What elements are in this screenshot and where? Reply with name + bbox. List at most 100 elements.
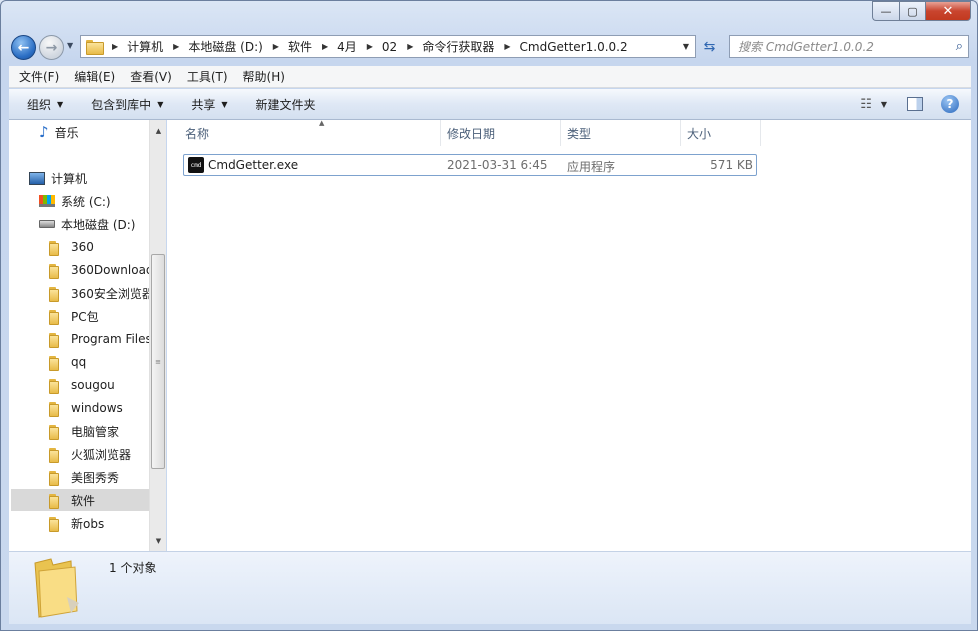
folder-icon xyxy=(49,424,65,440)
recent-pages-dropdown[interactable]: ▼ xyxy=(67,41,73,50)
breadcrumb-item[interactable]: ▶ 命令行获取器 xyxy=(397,38,494,55)
music-note-icon: ♪ xyxy=(39,123,49,141)
nav-folder[interactable]: 360安全浏览器 xyxy=(49,282,154,304)
folder-icon xyxy=(86,40,104,55)
breadcrumb-label[interactable]: 软件 xyxy=(288,38,312,55)
chevron-right-icon[interactable]: ▶ xyxy=(112,42,118,51)
scroll-up-icon[interactable]: ▲ xyxy=(150,122,167,139)
table-row[interactable]: cmd CmdGetter.exe 2021-03-31 6:45 应用程序 5… xyxy=(183,154,757,176)
close-button[interactable]: ✕ xyxy=(925,1,971,21)
preview-pane-icon[interactable] xyxy=(907,97,923,111)
nav-folder[interactable]: 360Download xyxy=(49,259,154,281)
new-folder-label: 新建文件夹 xyxy=(255,97,316,112)
search-input[interactable]: 搜索 CmdGetter1.0.0.2 ⌕ xyxy=(729,35,969,58)
chevron-down-icon: ▼ xyxy=(157,99,164,109)
column-type[interactable]: 类型 xyxy=(561,120,681,146)
nav-label: windows xyxy=(71,401,123,415)
menu-file[interactable]: 文件(F) xyxy=(19,68,59,85)
nav-item-drive-c[interactable]: 系统 (C:) xyxy=(39,190,111,212)
nav-label: sougou xyxy=(71,378,115,392)
nav-folder[interactable]: 360 xyxy=(49,236,94,258)
share-label: 共享 xyxy=(191,97,216,112)
address-bar[interactable]: ▶ 计算机 ▶ 本地磁盘 (D:) ▶ 软件 ▶ 4月 ▶ 02 ▶ 命令行获取… xyxy=(80,35,696,58)
nav-folder[interactable]: Program Files xyxy=(49,328,152,350)
breadcrumb-item[interactable]: ▶ 计算机 xyxy=(102,38,163,55)
breadcrumb-item[interactable]: ▶ 本地磁盘 (D:) xyxy=(163,38,263,55)
nav-label: 电脑管家 xyxy=(71,424,120,439)
breadcrumb-item[interactable]: ▶ 软件 xyxy=(263,38,312,55)
breadcrumb-label[interactable]: 本地磁盘 (D:) xyxy=(188,38,262,55)
refresh-button[interactable]: ⇆ xyxy=(698,35,721,58)
breadcrumb-label[interactable]: 命令行获取器 xyxy=(422,38,494,55)
include-library-button[interactable]: 包含到库中 ▼ xyxy=(91,96,163,113)
menu-edit[interactable]: 编辑(E) xyxy=(74,68,115,85)
nav-folder[interactable]: sougou xyxy=(49,374,115,396)
file-modified: 2021-03-31 6:45 xyxy=(447,158,548,172)
folder-icon xyxy=(49,286,65,302)
help-icon[interactable]: ? xyxy=(941,95,959,113)
chevron-down-icon: ▼ xyxy=(57,99,64,109)
folder-icon xyxy=(49,447,65,463)
change-view-button[interactable]: ☷ ▼ xyxy=(860,97,887,112)
breadcrumb-label[interactable]: 02 xyxy=(382,40,397,54)
breadcrumb-label[interactable]: CmdGetter1.0.0.2 xyxy=(520,40,628,54)
column-modified[interactable]: 修改日期 xyxy=(441,120,561,146)
chevron-right-icon[interactable]: ▶ xyxy=(367,42,373,51)
column-size[interactable]: 大小 xyxy=(681,120,761,146)
folder-icon xyxy=(49,516,65,532)
nav-folder[interactable]: PC包 xyxy=(49,305,99,327)
address-dropdown-icon[interactable]: ▼ xyxy=(683,42,689,51)
arrow-left-icon: ← xyxy=(17,39,30,56)
file-name[interactable]: CmdGetter.exe xyxy=(208,158,298,172)
folder-icon xyxy=(49,355,65,371)
menu-view[interactable]: 查看(V) xyxy=(130,68,172,85)
navigation-pane: ♪ 音乐 计算机 系统 (C:) 本地磁盘 (D:) 360 360Downlo… xyxy=(9,120,166,551)
search-icon[interactable]: ⌕ xyxy=(956,39,963,54)
chevron-right-icon[interactable]: ▶ xyxy=(504,42,510,51)
nav-item-computer[interactable]: 计算机 xyxy=(29,167,87,189)
nav-scrollbar[interactable]: ▲ ≡ ▼ xyxy=(149,120,166,551)
nav-label: 360 xyxy=(71,240,94,254)
nav-label: 软件 xyxy=(71,493,96,508)
organize-button[interactable]: 组织 ▼ xyxy=(27,96,63,113)
forward-button[interactable]: → xyxy=(39,35,64,60)
menu-tools[interactable]: 工具(T) xyxy=(187,68,228,85)
breadcrumb-item[interactable]: ▶ 02 xyxy=(357,40,397,54)
scroll-down-icon[interactable]: ▼ xyxy=(150,532,167,549)
chevron-right-icon[interactable]: ▶ xyxy=(273,42,279,51)
folder-icon xyxy=(49,401,65,417)
breadcrumb-item[interactable]: ▶ CmdGetter1.0.0.2 xyxy=(494,40,627,54)
chevron-right-icon[interactable]: ▶ xyxy=(322,42,328,51)
maximize-button[interactable]: ▢ xyxy=(899,1,925,21)
column-label: 名称 xyxy=(185,126,210,141)
details-view-icon: ☷ xyxy=(860,96,872,112)
back-button[interactable]: ← xyxy=(11,35,36,60)
share-button[interactable]: 共享 ▼ xyxy=(191,96,227,113)
scroll-thumb[interactable]: ≡ xyxy=(151,254,165,469)
breadcrumb-label[interactable]: 计算机 xyxy=(127,38,163,55)
nav-item-music[interactable]: ♪ 音乐 xyxy=(39,121,79,143)
nav-folder[interactable]: 美图秀秀 xyxy=(49,466,119,488)
nav-folder[interactable]: 电脑管家 xyxy=(49,420,119,442)
chevron-right-icon[interactable]: ▶ xyxy=(173,42,179,51)
column-label: 修改日期 xyxy=(447,126,496,141)
column-name[interactable]: 名称 ▲ xyxy=(179,119,441,146)
nav-folder-selected[interactable]: 软件 xyxy=(11,489,157,511)
nav-item-drive-d[interactable]: 本地磁盘 (D:) xyxy=(39,213,135,235)
nav-folder[interactable]: qq xyxy=(49,351,86,373)
nav-folder[interactable]: 火狐浏览器 xyxy=(49,443,131,465)
folder-icon xyxy=(49,332,65,348)
nav-folder[interactable]: 新obs xyxy=(49,512,104,534)
command-bar: 组织 ▼ 包含到库中 ▼ 共享 ▼ 新建文件夹 ☷ ▼ ? xyxy=(9,89,971,120)
nav-label: 系统 (C:) xyxy=(61,194,111,209)
chevron-right-icon[interactable]: ▶ xyxy=(407,42,413,51)
nav-folder[interactable]: windows xyxy=(49,397,123,419)
new-folder-button[interactable]: 新建文件夹 xyxy=(256,96,316,113)
breadcrumb-label[interactable]: 4月 xyxy=(337,38,357,55)
menu-help[interactable]: 帮助(H) xyxy=(243,68,285,85)
folder-icon xyxy=(49,493,65,509)
minimize-button[interactable]: — xyxy=(872,1,899,21)
arrow-right-icon: → xyxy=(45,39,58,56)
breadcrumb-item[interactable]: ▶ 4月 xyxy=(312,38,357,55)
file-type: 应用程序 xyxy=(567,160,616,174)
